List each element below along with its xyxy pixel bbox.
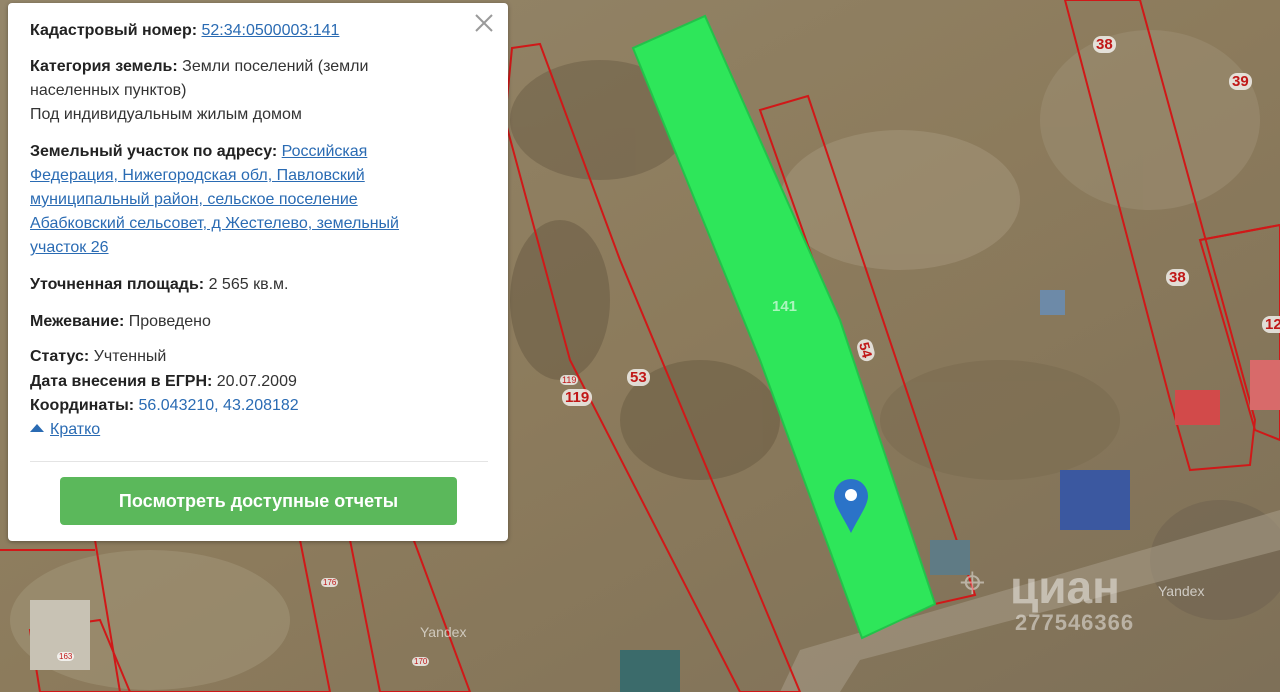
- cian-logo-icon: ⌖: [960, 558, 985, 607]
- status-row: Статус: Учтенный: [30, 345, 484, 369]
- view-reports-button[interactable]: Посмотреть доступные отчеты: [60, 477, 457, 525]
- coordinates-row: Координаты: 56.043210, 43.208182: [30, 394, 484, 418]
- cadastral-number-link[interactable]: 52:34:0500003:141: [202, 22, 340, 39]
- coordinates-label: Координаты:: [30, 397, 135, 414]
- land-use-value: Под индивидуальным жилым домом: [30, 106, 302, 123]
- address-link[interactable]: участок 26: [30, 239, 109, 256]
- address-link[interactable]: Российская: [282, 143, 368, 160]
- address-link[interactable]: Абабковский сельсовет, д Жестелево, земе…: [30, 215, 399, 232]
- survey-value: Проведено: [128, 313, 211, 330]
- registry-date-label: Дата внесения в ЕГРН:: [30, 373, 213, 390]
- plot-label: 170: [412, 657, 430, 666]
- plot-label: 39: [1229, 73, 1252, 90]
- plot-label: 53: [627, 369, 650, 386]
- plot-label: 119: [560, 375, 579, 385]
- address-row: Земельный участок по адресу: Российская …: [30, 140, 484, 260]
- land-category-label: Категория земель:: [30, 58, 178, 75]
- area-label: Уточненная площадь:: [30, 276, 205, 293]
- watermark-brand: циан: [1010, 561, 1120, 613]
- triangle-up-icon: [30, 424, 44, 432]
- watermark-id: 277546366: [1015, 610, 1135, 635]
- plot-label: 12: [1262, 316, 1280, 333]
- plot-label: 119: [562, 389, 593, 406]
- survey-row: Межевание: Проведено: [30, 310, 484, 334]
- registry-date-row: Дата внесения в ЕГРН: 20.07.2009: [30, 370, 484, 394]
- survey-label: Межевание:: [30, 313, 125, 330]
- land-category-value: Земли поселений (земли: [182, 58, 369, 75]
- land-category-row: Категория земель: Земли поселений (земли…: [30, 55, 484, 127]
- area-row: Уточненная площадь: 2 565 кв.м.: [30, 273, 484, 297]
- status-value: Учтенный: [93, 348, 167, 365]
- cadastral-label: Кадастровый номер:: [30, 22, 198, 39]
- divider: [30, 461, 488, 462]
- plot-label: 163: [57, 652, 75, 661]
- plot-label: 141: [772, 298, 798, 315]
- registry-date-value: 20.07.2009: [216, 373, 297, 390]
- cadastral-number-row: Кадастровый номер: 52:34:0500003:141: [30, 19, 484, 43]
- plot-label: 38: [1093, 36, 1116, 53]
- plot-label: 176: [321, 578, 339, 587]
- address-link[interactable]: Федерация, Нижегородская обл, Павловский: [30, 167, 365, 184]
- address-link[interactable]: муниципальный район, сельское поселение: [30, 191, 358, 208]
- land-category-value-cont: населенных пунктов): [30, 82, 187, 99]
- address-label: Земельный участок по адресу:: [30, 143, 278, 160]
- yandex-label: Yandex: [1158, 583, 1205, 599]
- collapse-toggle[interactable]: Кратко: [30, 421, 100, 439]
- status-label: Статус:: [30, 348, 90, 365]
- coordinates-link[interactable]: 56.043210, 43.208182: [139, 397, 299, 414]
- parcel-info-panel: Кадастровый номер: 52:34:0500003:141 Кат…: [8, 3, 508, 541]
- collapse-label: Кратко: [50, 421, 101, 438]
- plot-label: 38: [1166, 269, 1189, 286]
- area-value: 2 565 кв.м.: [208, 276, 289, 293]
- yandex-label: Yandex: [420, 624, 467, 640]
